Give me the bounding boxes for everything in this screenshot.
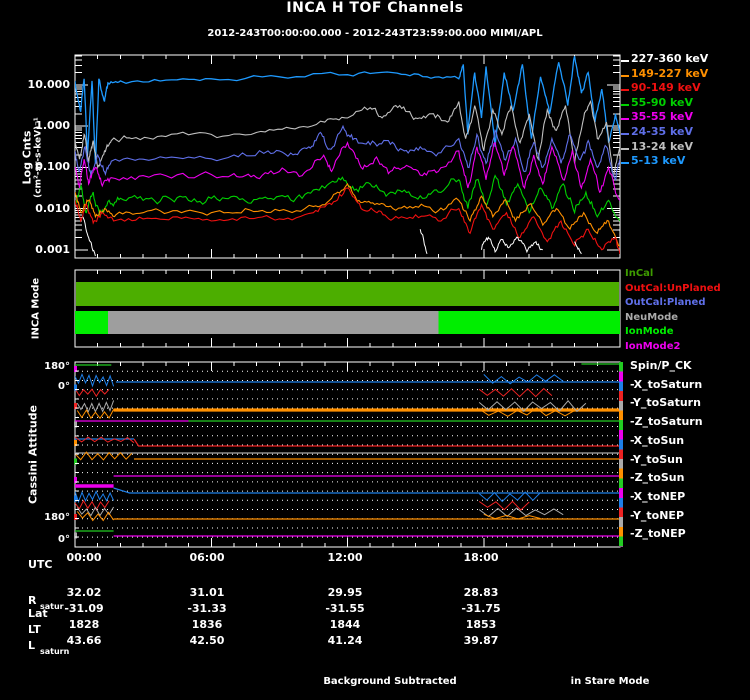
ytick-label-0.001: 0.001: [35, 242, 70, 256]
attitude-legend-Spin-P-CK: Spin/P_CK: [630, 359, 692, 372]
attitude-legend--X-toNEP: -X_toNEP: [630, 489, 686, 503]
attitude-ytick-2: 180°: [44, 512, 70, 523]
channel-legend-5-13-keV: 5-13 keV: [631, 154, 686, 168]
channel-legend-24-35-keV: 24-35 keV: [631, 125, 694, 138]
attitude-ytick-0: 180°: [44, 361, 70, 372]
table-cell-L-3: 39.87: [463, 634, 499, 647]
attitude-legend--Y-toSaturn: -Y_toSaturn: [630, 396, 701, 410]
table-cell-LT-3: 1853: [465, 618, 497, 631]
mode-legend-OutCal-Planed: OutCal:Planed: [625, 297, 706, 309]
attitude-ytick-1: 0°: [58, 381, 70, 392]
table-cell-LT-0: 1828: [68, 618, 100, 631]
table-row-label-L: L: [28, 639, 36, 652]
channel-legend-tick: [621, 74, 629, 77]
y-axis-label-cassini-attitude: Cassini Attitude: [26, 404, 40, 505]
table-row-sublabel-saturn: saturn: [40, 647, 70, 656]
mode-legend-NeuMode: NeuMode: [625, 311, 679, 323]
page-subtitle: 2012-243T00:00:00.000 - 2012-243T23:59:0…: [207, 28, 543, 39]
table-cell-R-0: 32.02: [66, 586, 102, 599]
utc-tick-06:00: 06:00: [189, 551, 225, 564]
table-row-label-R: R: [28, 594, 37, 607]
table-row-label-Lat: Lat: [28, 607, 48, 620]
footer-background-subtracted: Background Subtracted: [323, 676, 457, 687]
footer-stare-mode: in Stare Mode: [570, 676, 650, 687]
table-cell-LT-1: 1836: [191, 618, 223, 631]
attitude-legend--Z-toNEP: -Z_toNEP: [630, 527, 686, 541]
page-title: INCA H TOF Channels: [286, 0, 464, 16]
mode-legend-InCal: InCal: [625, 268, 654, 279]
table-cell-R-3: 28.83: [463, 586, 499, 599]
table-cell-Lat-2: -31.55: [325, 602, 365, 615]
channel-legend-tick: [621, 60, 629, 62]
table-row-label-LT: LT: [28, 623, 41, 636]
table-cell-Lat-1: -31.33: [187, 602, 227, 615]
attitude-legend--Z-toSaturn: -Z_toSaturn: [630, 415, 703, 429]
attitude-legend--Y-toNEP: -Y_toNEP: [630, 508, 685, 522]
attitude-legend--Y-toSun: -Y_toSun: [630, 452, 683, 466]
mode-legend-OutCal-UnPlaned: OutCal:UnPlaned: [625, 282, 721, 294]
table-cell-R-1: 31.01: [189, 586, 225, 599]
utc-tick-18:00: 18:00: [463, 551, 499, 564]
channel-legend-149-227-keV: 149-227 keV: [631, 66, 709, 80]
utc-tick-12:00: 12:00: [327, 551, 363, 564]
ytick-label-1.000: 1.000: [35, 119, 70, 133]
channel-legend-tick: [621, 147, 629, 150]
table-cell-L-0: 43.66: [66, 634, 102, 647]
table-cell-L-2: 41.24: [327, 634, 363, 647]
y-axis-label-inca-mode: INCA Mode: [30, 277, 42, 340]
mode-legend-IonMode: IonMode: [625, 326, 674, 338]
utc-tick-00:00: 00:00: [66, 551, 102, 564]
attitude-ytick-3: 0°: [58, 534, 70, 545]
channel-legend-tick: [621, 103, 629, 106]
table-cell-L-1: 42.50: [189, 634, 225, 647]
attitude-legend--X-toSaturn: -X_toSaturn: [630, 377, 703, 391]
channel-legend-tick: [621, 89, 629, 92]
channel-legend-13-24-keV: 13-24 keV: [631, 139, 694, 153]
table-cell-LT-2: 1844: [329, 618, 361, 631]
table-cell-R-2: 29.95: [327, 586, 363, 599]
ytick-label-0.010: 0.010: [35, 201, 70, 215]
mode-legend-IonMode2: IonMode2: [625, 341, 681, 352]
channel-legend-tick: [621, 133, 629, 135]
channel-legend-90-149-keV: 90-149 keV: [631, 81, 701, 95]
attitude-legend--Z-toSun: -Z_toSun: [630, 471, 685, 485]
ytick-label-10.000: 10.000: [27, 78, 70, 91]
channel-legend-227-360-keV: 227-360 keV: [631, 52, 709, 65]
channel-legend-tick: [621, 118, 629, 121]
channel-legend-tick: [621, 162, 629, 165]
utc-row-label: UTC: [28, 558, 53, 571]
attitude-legend--X-toSun: -X_toSun: [630, 433, 685, 447]
inca-tof-plot-window: INCA H TOF Channels 2012-243T00:00:00.00…: [0, 0, 750, 700]
ytick-label-0.100: 0.100: [35, 160, 70, 174]
channel-legend-35-55-keV: 35-55 keV: [631, 110, 694, 124]
table-cell-Lat-3: -31.75: [461, 602, 501, 615]
channel-legend-55-90-keV: 55-90 keV: [631, 95, 694, 109]
